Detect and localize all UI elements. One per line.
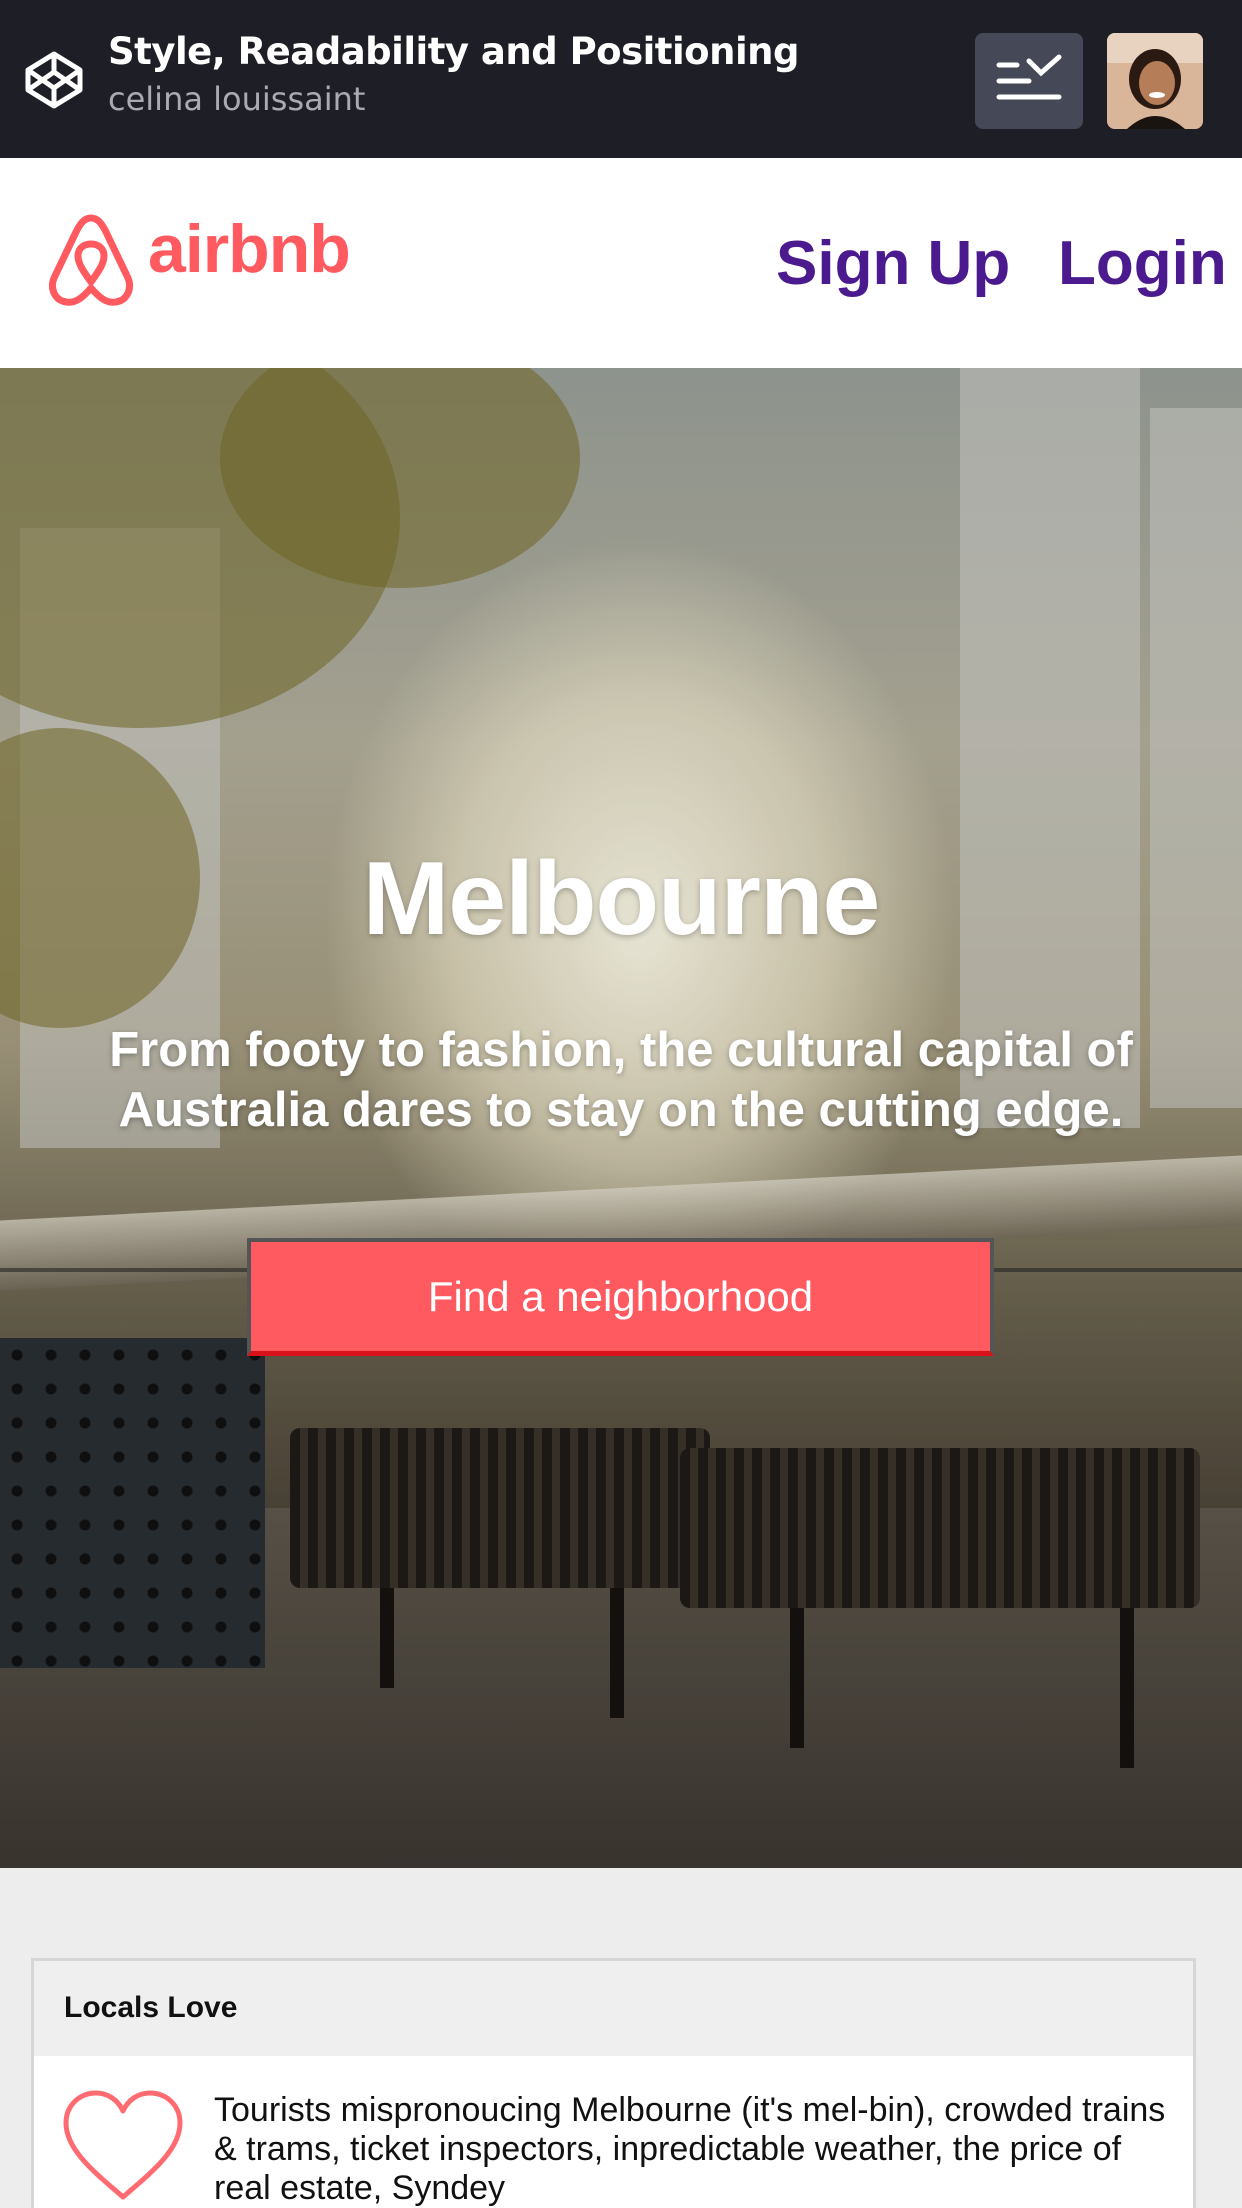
pen-author[interactable]: celina louissaint	[108, 80, 365, 118]
codepen-cube-icon[interactable]	[22, 48, 86, 112]
list-check-icon	[996, 54, 1062, 100]
avatar[interactable]	[1107, 33, 1203, 129]
airbnb-logo-icon[interactable]	[46, 212, 136, 308]
brand-wordmark[interactable]: airbnb	[148, 210, 351, 288]
signup-link[interactable]: Sign Up	[776, 228, 1010, 299]
details-menu-button[interactable]	[975, 33, 1083, 129]
pen-title: Style, Readability and Positioning	[108, 30, 799, 73]
hero-title: Melbourne	[362, 841, 881, 957]
card-heading: Locals Love	[64, 1991, 238, 2024]
login-link[interactable]: Login	[1058, 228, 1227, 299]
find-neighborhood-button[interactable]: Find a neighborhood	[247, 1238, 994, 1356]
codepen-top-bar: Style, Readability and Positioning celin…	[0, 0, 1242, 158]
hero-subtitle: From footy to fashion, the cultural capi…	[109, 1023, 1133, 1137]
locals-love-card: Locals Love Tourists mispronoucing Melbo…	[31, 1958, 1196, 2208]
hero-section: Melbourne From footy to fashion, the cul…	[0, 368, 1242, 1868]
card-body-text: Tourists mispronoucing Melbourne (it's m…	[214, 2091, 1166, 2207]
heart-outline-icon	[58, 2085, 188, 2205]
card-header: Locals Love	[34, 1961, 1193, 2056]
site-header: airbnb Sign Up Login	[0, 158, 1242, 368]
